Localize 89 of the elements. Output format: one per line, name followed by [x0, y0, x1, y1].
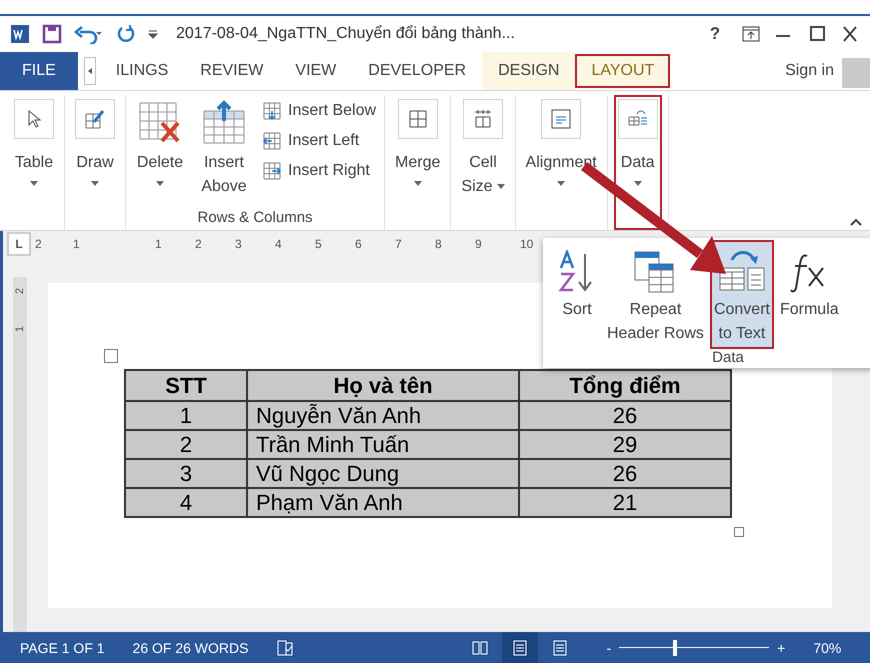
ruler-number: 3	[235, 237, 243, 251]
cell-size-icon	[472, 109, 493, 129]
ruler-number: 6	[355, 237, 363, 251]
table-cell: Trần Minh Tuấn	[247, 430, 519, 459]
column-header: Họ và tên	[247, 370, 519, 401]
book-icon	[472, 640, 488, 656]
ruler-number: 5	[315, 237, 323, 251]
insert-button[interactable]: Insert Left	[260, 129, 378, 153]
insert-button[interactable]: Insert Right	[260, 159, 378, 183]
table-cell: 4	[125, 488, 247, 517]
word-count[interactable]: 26 OF 26 WORDS	[132, 640, 248, 656]
merge-button[interactable]: Merge	[391, 95, 444, 230]
ribbon-tab[interactable]: LAYOUT	[575, 54, 670, 88]
page-icon	[512, 640, 528, 656]
table-resize-handle[interactable]	[734, 527, 744, 537]
help-button[interactable]: ?	[700, 24, 730, 44]
save-icon[interactable]	[42, 24, 62, 44]
table-cell: Nguyễn Văn Anh	[247, 401, 519, 430]
avatar-icon	[842, 58, 870, 88]
sign-in-link[interactable]: Sign in	[785, 62, 834, 80]
ribbon-tab[interactable]: FILE	[0, 52, 78, 90]
zoom-slider-thumb[interactable]	[672, 640, 677, 656]
group-label: Data	[711, 349, 745, 368]
undo-icon[interactable]	[74, 24, 104, 44]
ribbon-tab[interactable]: DESIGN	[482, 52, 576, 90]
caret-icon	[30, 181, 38, 186]
data-button[interactable]: Data	[614, 95, 662, 230]
table-cell: 29	[519, 430, 731, 459]
table-cell: 2	[125, 430, 247, 459]
page-count[interactable]: PAGE 1 OF 1	[20, 640, 105, 656]
align-text-icon	[551, 109, 572, 129]
ruler-number: 4	[275, 237, 283, 251]
print-layout-button[interactable]	[502, 632, 538, 663]
column-header: STT	[125, 370, 247, 401]
caret-icon	[634, 181, 642, 186]
tab-stop-selector[interactable]: L	[7, 232, 31, 256]
word-logo-icon	[10, 24, 30, 44]
table-cell: 26	[519, 401, 731, 430]
scroll-left-button[interactable]	[84, 57, 96, 85]
insert-above-button[interactable]: Insert Above	[196, 95, 252, 209]
ruler-number: 2	[195, 237, 203, 251]
insert-cells-icon	[262, 131, 282, 151]
redo-icon[interactable]	[116, 24, 136, 44]
caret-icon	[496, 184, 505, 190]
table-cell: 21	[519, 488, 731, 517]
ribbon-display-icon[interactable]	[742, 26, 760, 42]
cell-size-button[interactable]: Cell Size	[457, 95, 509, 230]
ruler-number: 2	[14, 288, 26, 294]
ruler-number: 1	[155, 237, 163, 251]
alignment-button[interactable]: Alignment	[522, 95, 601, 230]
table-cell: 26	[519, 459, 731, 488]
proofing-icon[interactable]	[276, 640, 294, 656]
table-cell: 3	[125, 459, 247, 488]
caret-icon	[91, 181, 99, 186]
formula-button[interactable]: Formula	[776, 240, 843, 349]
ruler-number: 2	[35, 237, 43, 251]
ruler-number: 9	[475, 237, 483, 251]
caret-icon	[88, 68, 92, 74]
table-cell: Phạm Văn Anh	[247, 488, 519, 517]
draw-button[interactable]: Draw	[71, 95, 119, 230]
page-icon	[552, 640, 568, 656]
ruler-number: 10	[520, 237, 534, 251]
caret-icon	[414, 181, 422, 186]
sort-button[interactable]: Sort	[553, 240, 601, 349]
collapse-ribbon-icon[interactable]	[850, 218, 862, 226]
caret-icon	[156, 181, 164, 186]
ruler-number: 1	[73, 237, 81, 251]
ruler-number: 1	[14, 326, 26, 332]
table-cell: 1	[125, 401, 247, 430]
table-cell: Vũ Ngọc Dung	[247, 459, 519, 488]
convert-button[interactable]: Convert to Text	[710, 240, 774, 349]
zoom-percentage[interactable]: 70%	[813, 640, 842, 656]
window-title: 2017-08-04_NgaTTN_Chuyển đổi bảng thành...	[176, 25, 516, 43]
ruler-number: 7	[395, 237, 403, 251]
table-move-handle[interactable]	[104, 349, 118, 363]
merge-cells-icon	[408, 109, 428, 129]
delete-button[interactable]: Delete	[132, 95, 188, 209]
caret-icon	[557, 181, 566, 186]
draw-table-icon	[84, 108, 106, 130]
zoom-out-button[interactable]: -	[606, 640, 612, 656]
zoom-in-button[interactable]: +	[777, 640, 786, 656]
insert-button[interactable]: Insert Below	[260, 99, 378, 123]
customize-icon[interactable]	[148, 29, 158, 39]
insert-cells-icon	[262, 101, 282, 121]
table-select-button[interactable]: Table	[10, 95, 58, 230]
group-label: Rows & Columns	[196, 209, 314, 228]
column-header: Tổng điểm	[519, 370, 731, 401]
insert-cells-icon	[262, 161, 282, 181]
ruler-number: 8	[435, 237, 443, 251]
